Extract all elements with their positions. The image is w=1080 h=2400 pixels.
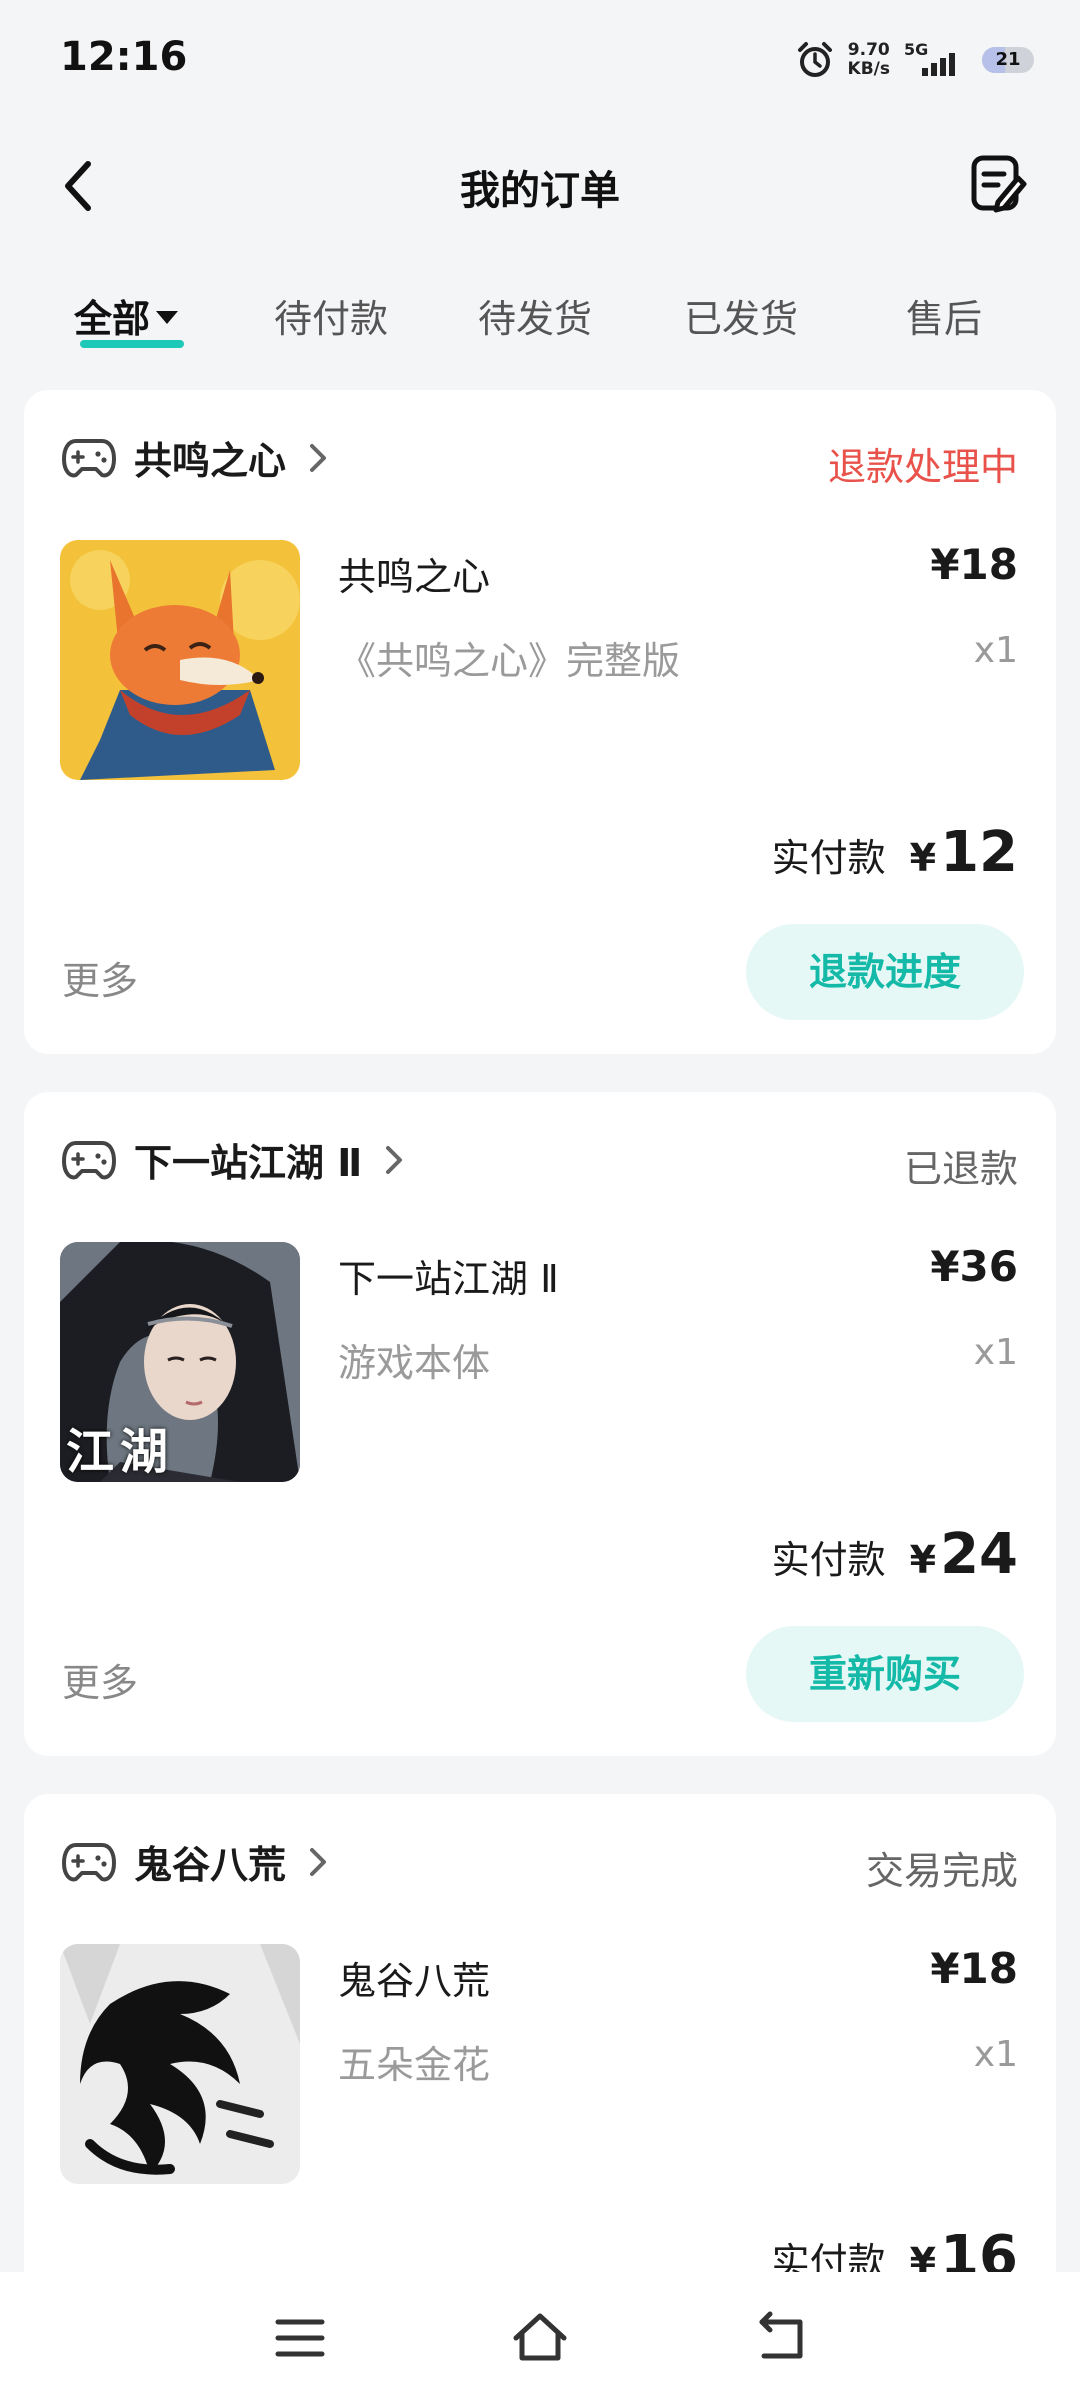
order-status: 退款处理中 [827,445,1018,489]
refund-progress-button[interactable]: 退款进度 [746,924,1024,1020]
fox-character-image [60,540,300,780]
paid-currency: ¥ [909,836,937,880]
order-edit-icon[interactable] [968,152,1028,216]
thumbnail-title: 江湖 [66,1424,175,1480]
chevron-right-icon [310,443,327,472]
gamepad-icon [62,438,116,477]
tab-shipped[interactable]: 已发货 [684,288,798,343]
store-name: 共鸣之心 [134,439,287,483]
product-price: ¥18 [930,540,1018,589]
more-button[interactable]: 更多 [62,950,138,1005]
page-title: 我的订单 [460,168,620,214]
product-variant: 游戏本体 [338,1341,491,1385]
store-name: 下一站江湖 Ⅱ [134,1141,363,1185]
network-speed: 9.70 KB/s [848,41,890,79]
product-thumbnail[interactable] [60,1944,300,2184]
product-variant: 五朵金花 [338,2043,491,2087]
store-link[interactable]: 鬼谷八荒 [62,1834,328,1889]
product-name: 鬼谷八荒 [338,1959,491,2003]
tab-all[interactable]: 全部 [74,288,179,343]
status-bar: 12:16 9.70 KB/s 5G 21 [0,0,1080,120]
more-button[interactable]: 更多 [62,1652,138,1707]
tab-pending-shipment[interactable]: 待发货 [478,288,592,343]
paid-amount: 12 [940,820,1018,885]
product-variant: 《共鸣之心》完整版 [338,639,681,683]
tab-pending-payment[interactable]: 待付款 [274,288,388,343]
product-name: 下一站江湖 Ⅱ [338,1257,559,1301]
product-quantity: x1 [973,2034,1018,2075]
ink-dragon-image [60,1944,300,2184]
system-nav-bar [0,2272,1080,2400]
paid-label: 实付款 [771,1538,886,1582]
product-quantity: x1 [973,1332,1018,1373]
order-tabs: 全部 待付款 待发货 已发货 售后 [0,288,1080,368]
order-card: 下一站江湖 Ⅱ 已退款 江湖 下一站江湖 Ⅱ 游戏本体 ¥36 x1 实付款 ¥… [24,1092,1056,1756]
store-name: 鬼谷八荒 [134,1843,287,1887]
chevron-right-icon [310,1847,327,1876]
product-thumbnail[interactable]: 江湖 [60,1242,300,1482]
battery-level: 21 [995,49,1021,70]
caret-down-icon [156,311,179,324]
page-header: 我的订单 [0,140,1080,230]
product-quantity: x1 [973,630,1018,671]
order-status: 交易完成 [865,1849,1018,1893]
alarm-icon [797,42,832,77]
gamepad-icon [62,1842,116,1881]
tab-after-sales[interactable]: 售后 [906,288,982,343]
tab-label: 全部 [74,297,151,341]
paid-amount-row: 实付款 ¥ 12 [772,820,1018,885]
battery-icon: 21 [982,47,1034,73]
order-card: 鬼谷八荒 交易完成 鬼谷八荒 五朵金花 ¥18 x1 实付款 ¥ 16 [24,1794,1056,2314]
paid-amount: 24 [940,1522,1018,1587]
paid-currency: ¥ [909,1538,937,1582]
paid-label: 实付款 [771,836,886,880]
status-time: 12:16 [60,34,188,80]
product-thumbnail[interactable] [60,540,300,780]
back-nav-icon[interactable] [752,2308,812,2368]
product-price: ¥18 [930,1944,1018,1993]
buy-again-button[interactable]: 重新购买 [746,1626,1024,1722]
order-card: 共鸣之心 退款处理中 共鸣之心 《共鸣之心》完整版 ¥18 x1 实付款 ¥ 1… [24,390,1056,1054]
order-status: 已退款 [903,1147,1018,1191]
speed-value: 9.70 [847,40,890,60]
home-icon[interactable] [510,2308,570,2368]
product-price: ¥36 [930,1242,1018,1291]
active-tab-indicator [80,340,184,348]
store-link[interactable]: 下一站江湖 Ⅱ [62,1132,404,1187]
gamepad-icon [62,1140,116,1179]
chevron-right-icon [386,1145,403,1174]
speed-unit: KB/s [847,59,890,79]
product-name: 共鸣之心 [338,555,491,599]
store-link[interactable]: 共鸣之心 [62,430,328,485]
menu-icon[interactable] [270,2308,330,2368]
paid-amount-row: 实付款 ¥ 24 [772,1522,1018,1587]
signal-icon: 5G [904,40,968,80]
